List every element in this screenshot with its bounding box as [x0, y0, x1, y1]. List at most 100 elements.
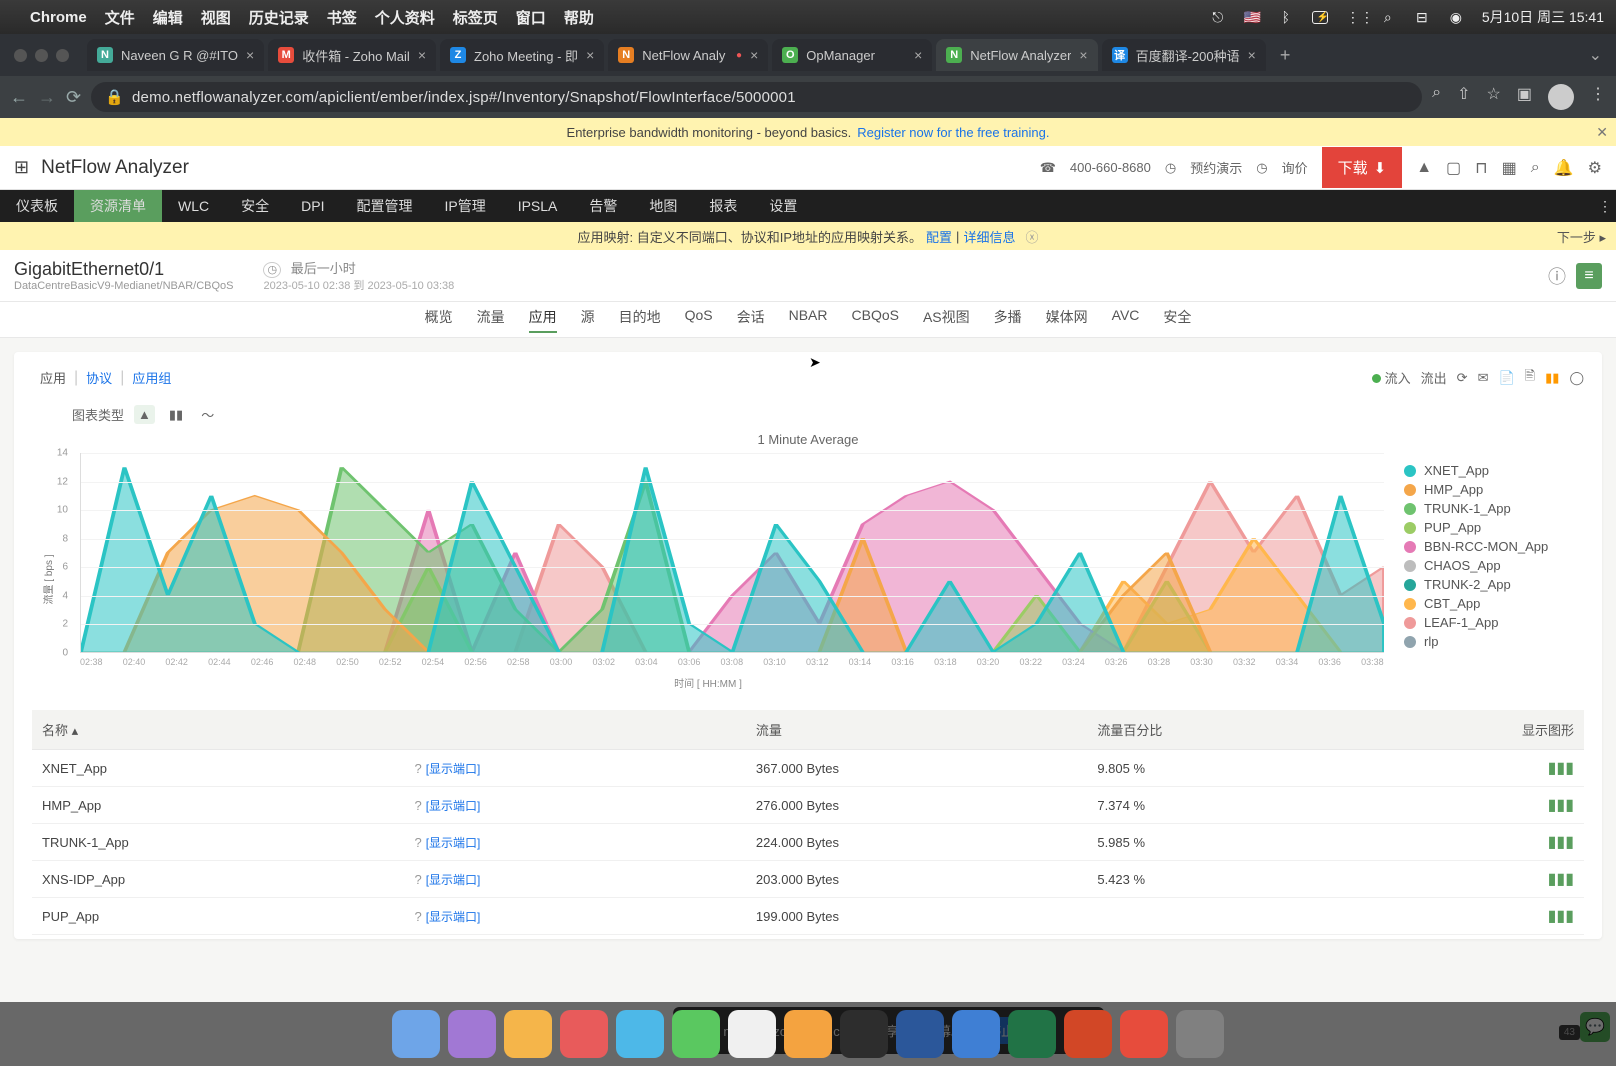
reload-button[interactable]: ⟳	[66, 87, 81, 108]
close-icon[interactable]: ×	[418, 47, 426, 63]
subnav-item[interactable]: CBQoS	[852, 307, 899, 333]
port-link[interactable]: [显示端口]	[426, 836, 481, 850]
subnav-item[interactable]: 流量	[477, 307, 505, 333]
subnav-item[interactable]: 目的地	[619, 307, 661, 333]
omnibox[interactable]: 🔒 demo.netflowanalyzer.com/apiclient/emb…	[91, 82, 1422, 112]
port-link[interactable]: [显示端口]	[426, 762, 481, 776]
mail-icon[interactable]: ✉	[1478, 370, 1489, 386]
menu-item[interactable]: 书签	[327, 7, 357, 28]
dock-app[interactable]	[896, 1010, 944, 1058]
menu-toggle[interactable]: ≡	[1576, 263, 1602, 289]
close-icon[interactable]: ✕	[1596, 124, 1608, 141]
dock-app[interactable]	[560, 1010, 608, 1058]
quote-link[interactable]: 询价	[1282, 158, 1308, 177]
browser-tab[interactable]: ZZoho Meeting - 即×	[440, 39, 604, 71]
bluetooth-icon[interactable]: ᛒ	[1278, 9, 1294, 25]
nav-item[interactable]: 设置	[753, 190, 813, 222]
csv-icon[interactable]: 🖹	[1525, 367, 1535, 389]
browser-tab[interactable]: 译百度翻译-200种语×	[1102, 39, 1266, 71]
back-button[interactable]: ←	[10, 87, 28, 108]
download-button[interactable]: 下载⬇	[1322, 147, 1403, 188]
subnav-item[interactable]: NBAR	[789, 307, 828, 333]
close-icon[interactable]: ×	[750, 47, 758, 63]
bar-icon[interactable]: ▮▮	[1545, 370, 1559, 386]
dock-app[interactable]	[1120, 1010, 1168, 1058]
legend-item[interactable]: TRUNK-1_App	[1404, 501, 1584, 516]
outflow-toggle[interactable]: 流出	[1421, 368, 1447, 387]
lightbulb-icon[interactable]: ⓘ	[1548, 263, 1566, 289]
more-icon[interactable]: ⋮	[1594, 190, 1616, 222]
dock-app[interactable]	[952, 1010, 1000, 1058]
browser-tab[interactable]: M收件箱 - Zoho Mail×	[268, 39, 436, 71]
gear-icon[interactable]: ⚙	[1588, 158, 1602, 178]
table-header[interactable]: 流量	[746, 710, 1087, 750]
menu-item[interactable]: 个人资料	[375, 7, 435, 28]
legend-item[interactable]: LEAF-1_App	[1404, 615, 1584, 630]
mini-chart-icon[interactable]: ▮▮▮	[1548, 908, 1574, 925]
legend-item[interactable]: rlp	[1404, 634, 1584, 649]
dock-app[interactable]	[448, 1010, 496, 1058]
mini-chart-icon[interactable]: ▮▮▮	[1548, 871, 1574, 888]
mini-chart-icon[interactable]: ▮▮▮	[1548, 834, 1574, 851]
menu-item[interactable]: 视图	[201, 7, 231, 28]
subnav-item[interactable]: AVC	[1112, 307, 1140, 333]
subnav-item[interactable]: QoS	[685, 307, 713, 333]
nav-item[interactable]: 告警	[573, 190, 633, 222]
dock-app[interactable]	[504, 1010, 552, 1058]
close-icon[interactable]: ×	[1079, 47, 1087, 63]
close-icon[interactable]: ×	[914, 47, 922, 63]
subnav-item[interactable]: 源	[581, 307, 595, 333]
new-tab-button[interactable]: +	[1270, 45, 1301, 66]
nav-item[interactable]: 安全	[225, 190, 285, 222]
search-icon[interactable]: ⌕	[1380, 9, 1396, 26]
subnav-item[interactable]: 会话	[737, 307, 765, 333]
port-link[interactable]: [显示端口]	[426, 873, 481, 887]
subnav-item[interactable]: AS视图	[923, 307, 970, 333]
siri-icon[interactable]: ◉	[1448, 9, 1464, 26]
control-center-icon[interactable]: ⊟	[1414, 9, 1430, 26]
legend-item[interactable]: HMP_App	[1404, 482, 1584, 497]
nav-item[interactable]: 仪表板	[0, 190, 74, 222]
dock-app[interactable]	[840, 1010, 888, 1058]
demo-link[interactable]: 预约演示	[1190, 158, 1242, 177]
share-icon[interactable]: ⇧	[1457, 84, 1470, 110]
nav-item[interactable]: DPI	[285, 190, 340, 222]
next-step[interactable]: 下一步 ▸	[1557, 227, 1606, 246]
subnav-item[interactable]: 应用	[529, 307, 557, 333]
menu-item[interactable]: 编辑	[153, 7, 183, 28]
table-header[interactable]: 流量百分比	[1087, 710, 1428, 750]
chevron-down-icon[interactable]: ⌄	[1589, 45, 1616, 65]
subnav-item[interactable]: 概览	[425, 307, 453, 333]
port-link[interactable]: [显示端口]	[426, 910, 481, 924]
legend-item[interactable]: XNET_App	[1404, 463, 1584, 478]
menu-item[interactable]: 标签页	[453, 7, 498, 28]
line-chart-icon[interactable]: 〜	[197, 403, 218, 426]
flag-icon[interactable]: 🇺🇸	[1244, 9, 1260, 26]
browser-tab[interactable]: NNaveen G R @#ITO×	[87, 39, 264, 71]
browser-tab[interactable]: OOpManager×	[772, 39, 932, 71]
profile-avatar[interactable]	[1548, 84, 1574, 110]
legend-item[interactable]: CHAOS_App	[1404, 558, 1584, 573]
close-icon[interactable]: ×	[246, 47, 254, 63]
legend-item[interactable]: BBN-RCC-MON_App	[1404, 539, 1584, 554]
nav-item[interactable]: WLC	[162, 190, 225, 222]
traffic-lights[interactable]	[14, 49, 69, 62]
nav-item[interactable]: 地图	[633, 190, 693, 222]
filter-tab-app[interactable]: 应用	[32, 366, 74, 389]
ring-icon[interactable]: ◯	[1569, 370, 1584, 386]
mini-chart-icon[interactable]: ▮▮▮	[1548, 760, 1574, 777]
menu-item[interactable]: 历史记录	[249, 7, 309, 28]
battery-icon[interactable]: ⚡	[1312, 11, 1328, 24]
filter-tab-proto[interactable]: 协议	[78, 366, 120, 389]
table-header[interactable]	[404, 710, 745, 750]
dock-app[interactable]	[1176, 1010, 1224, 1058]
refresh-icon[interactable]: ⟳	[1457, 370, 1468, 386]
banner-link[interactable]: Register now for the free training.	[857, 125, 1049, 140]
close-icon[interactable]: ×	[586, 47, 594, 63]
status-icon[interactable]: ⎋	[1210, 9, 1226, 26]
detail-link[interactable]: 详细信息	[963, 227, 1015, 246]
bell-icon[interactable]: 🔔	[1554, 158, 1574, 178]
port-link[interactable]: [显示端口]	[426, 799, 481, 813]
monitor-icon[interactable]: ▢	[1446, 158, 1461, 178]
plugin-icon[interactable]: ⊓	[1475, 158, 1487, 178]
